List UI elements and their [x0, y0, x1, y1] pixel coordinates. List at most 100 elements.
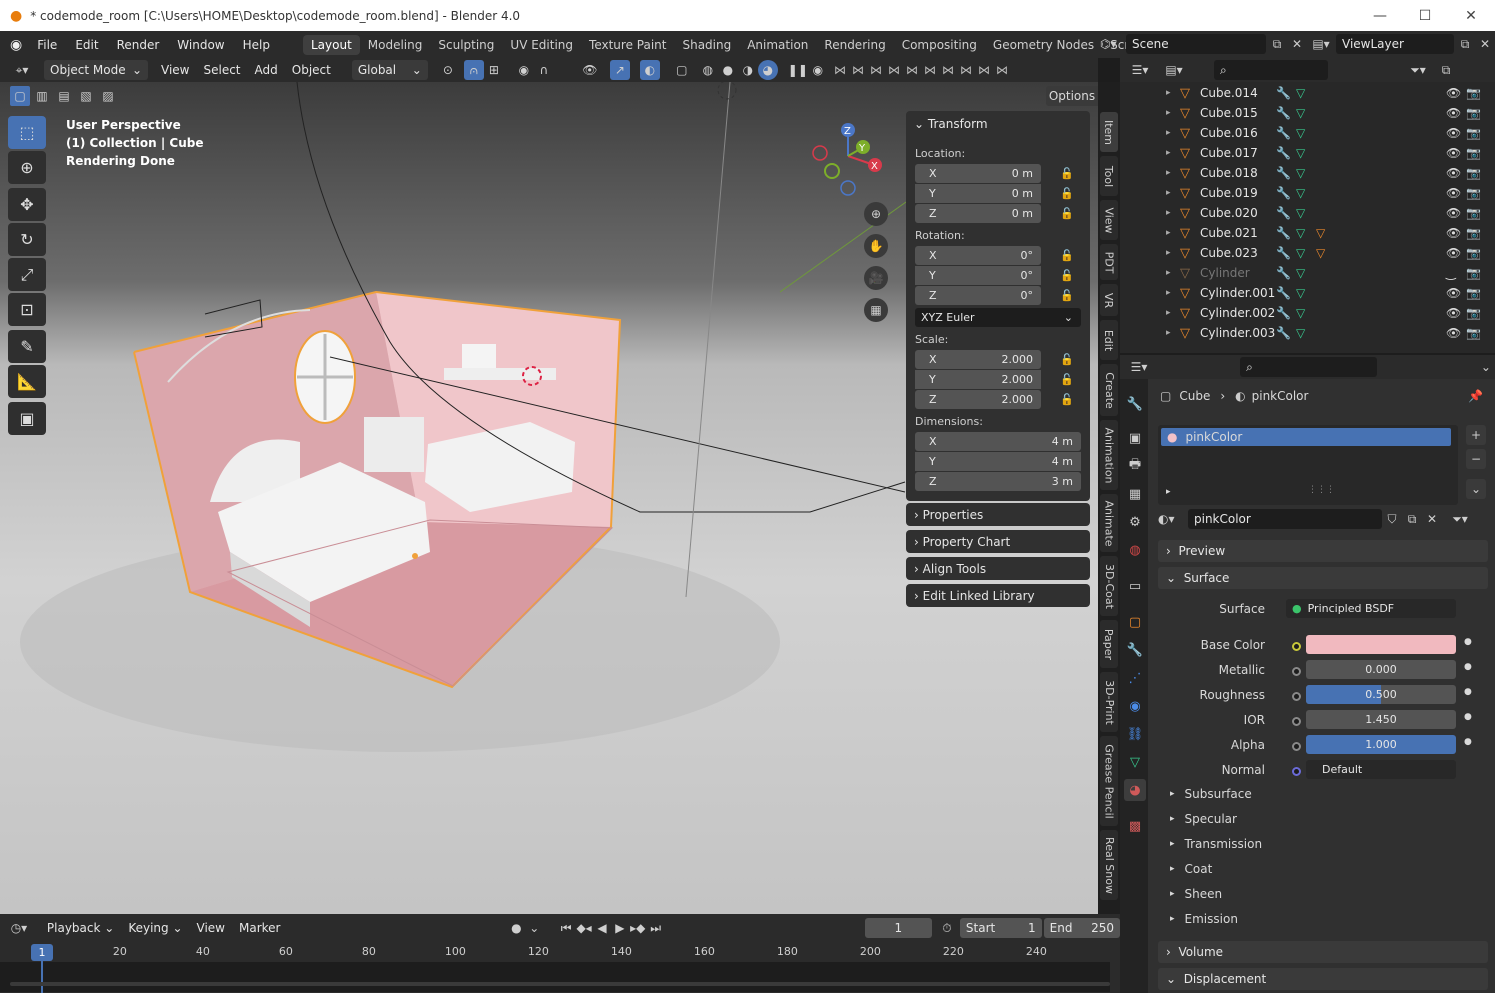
tab-sculpting[interactable]: Sculpting: [430, 35, 502, 55]
object-name[interactable]: Cube.018: [1200, 166, 1276, 180]
record-icon[interactable]: ●: [507, 918, 525, 938]
scale-z-field[interactable]: Z 2.000: [915, 390, 1041, 409]
properties-editor-icon[interactable]: ☰▾: [1130, 357, 1148, 377]
mesh-data-icon[interactable]: ▽: [1296, 126, 1316, 140]
keyframe-dot-icon[interactable]: ●: [1464, 637, 1472, 647]
viewlayer-icon[interactable]: ▤▾: [1306, 37, 1336, 51]
modifier-wrench-icon[interactable]: 🔧: [1276, 146, 1296, 160]
tab-real-snow[interactable]: Real Snow: [1100, 830, 1118, 900]
jump-end-icon[interactable]: ⏭: [647, 918, 665, 938]
expand-icon[interactable]: ▸: [1166, 108, 1180, 118]
select-invert-icon[interactable]: ▧: [76, 86, 96, 106]
object-name[interactable]: Cylinder: [1200, 266, 1276, 280]
play-reverse-icon[interactable]: ◀: [593, 918, 611, 938]
fake-user-icon[interactable]: ⛉: [1382, 509, 1402, 529]
keyframe-dot-icon[interactable]: ●: [1464, 737, 1472, 747]
lock-icon[interactable]: 🔓: [1060, 373, 1074, 387]
dimension-x-field[interactable]: X 4 m: [915, 432, 1081, 451]
tab-animation[interactable]: Animation: [1100, 420, 1118, 490]
transform-tool-icon[interactable]: ⊡: [8, 293, 46, 326]
tab-3d-coat[interactable]: 3D-Coat: [1100, 556, 1118, 616]
preview-section[interactable]: › Preview: [1158, 540, 1488, 562]
tab-create[interactable]: Create: [1100, 364, 1118, 416]
tab-layout[interactable]: Layout: [302, 34, 360, 55]
pin-icon[interactable]: 📌: [1468, 389, 1483, 403]
rendered-shading-icon[interactable]: ◕: [757, 60, 778, 80]
object-name[interactable]: Cube.015: [1200, 106, 1276, 120]
alpha-slider[interactable]: 1.000: [1306, 735, 1456, 754]
eye-icon[interactable]: 👁: [1446, 226, 1461, 240]
outliner-row[interactable]: ▸ ▽ Cube.023 🔧 ▽ ▽ 👁 📷: [1120, 243, 1495, 263]
surface-section[interactable]: ⌄ Surface: [1158, 567, 1488, 589]
align-tools-subpanel[interactable]: › Align Tools: [906, 557, 1090, 580]
zoom-icon[interactable]: ⊕: [864, 202, 888, 226]
eye-icon[interactable]: 👁: [1446, 206, 1461, 220]
material-slot-item[interactable]: ● pinkColor: [1161, 428, 1451, 446]
eye-closed-icon[interactable]: ‿: [1446, 266, 1456, 280]
expand-icon[interactable]: ▸: [1166, 188, 1180, 198]
options-dropdown[interactable]: Options⌄: [1046, 86, 1098, 106]
jump-start-icon[interactable]: ⏮: [557, 918, 575, 938]
scene-icon[interactable]: ⌬▾: [1100, 37, 1126, 51]
modifier-wrench-icon[interactable]: 🔧: [1276, 86, 1296, 100]
render-tab-icon[interactable]: ▣: [1124, 427, 1146, 449]
tab-grease-pencil[interactable]: Grease Pencil: [1100, 736, 1118, 826]
volume-section[interactable]: › Volume: [1158, 941, 1488, 963]
lock-icon[interactable]: 🔓: [1060, 393, 1074, 407]
eye-icon[interactable]: 👁: [1446, 146, 1461, 160]
display-mode-icon[interactable]: ▤▾: [1164, 60, 1184, 80]
marker-menu[interactable]: Marker: [232, 921, 287, 935]
playhead[interactable]: 1: [31, 944, 53, 961]
menu-help[interactable]: Help: [234, 38, 279, 52]
eye-icon[interactable]: 👁: [1446, 166, 1461, 180]
outliner-row[interactable]: ▸ ▽ Cylinder.003 🔧 ▽ 👁 📷: [1120, 323, 1495, 343]
expand-icon[interactable]: ▸: [1166, 88, 1180, 98]
rotate-tool-icon[interactable]: ↻: [8, 223, 46, 256]
lock-icon[interactable]: 🔓: [1060, 353, 1074, 367]
lock-icon[interactable]: 🔓: [1060, 249, 1074, 263]
modifier-wrench-icon[interactable]: 🔧: [1276, 206, 1296, 220]
timeline-scrollbar[interactable]: [10, 982, 1110, 986]
timeline-track[interactable]: [0, 962, 1110, 992]
camera-render-icon[interactable]: 📷: [1466, 226, 1481, 240]
chevron-down-icon[interactable]: ⌄: [525, 918, 543, 938]
transform-header[interactable]: ⌄ Transform: [914, 117, 988, 131]
dimension-y-field[interactable]: Y 4 m: [915, 452, 1081, 471]
outliner-row[interactable]: ▸ ▽ Cube.019 🔧 ▽ 👁 📷: [1120, 183, 1495, 203]
camera-render-icon[interactable]: 📷: [1466, 86, 1481, 100]
unlink-material-icon[interactable]: ✕: [1422, 509, 1442, 529]
mesh-data-icon[interactable]: ▽: [1296, 266, 1316, 280]
menu-render[interactable]: Render: [108, 38, 169, 52]
roughness-slider[interactable]: 0.500: [1306, 685, 1456, 704]
menu-add[interactable]: Add: [248, 63, 285, 77]
subsection-coat[interactable]: ▸ Coat: [1170, 862, 1212, 876]
pan-hand-icon[interactable]: ✋: [864, 234, 888, 258]
mesh-data-icon[interactable]: ▽: [1296, 306, 1316, 320]
expand-icon[interactable]: ▸: [1166, 128, 1180, 138]
scale-y-field[interactable]: Y 2.000: [915, 370, 1041, 389]
viewlayer-field[interactable]: ViewLayer: [1336, 34, 1454, 54]
tab-uv-editing[interactable]: UV Editing: [502, 35, 581, 55]
socket-icon[interactable]: [1292, 717, 1301, 726]
snap-icon[interactable]: ⩀: [463, 60, 484, 80]
duplicate-material-icon[interactable]: ⧉: [1402, 509, 1422, 529]
scale-tool-icon[interactable]: ⤢: [8, 258, 46, 291]
tab-view[interactable]: View: [1100, 200, 1118, 240]
mesh-data-icon[interactable]: ▽: [1296, 206, 1316, 220]
tab-rendering[interactable]: Rendering: [816, 35, 893, 55]
modifier-wrench-icon[interactable]: 🔧: [1276, 226, 1296, 240]
expand-icon[interactable]: ▸: [1166, 487, 1171, 497]
camera-render-icon[interactable]: 📷: [1466, 286, 1481, 300]
menu-edit[interactable]: Edit: [66, 38, 107, 52]
outliner-row[interactable]: ▸ ▽ Cube.021 🔧 ▽ ▽ 👁 📷: [1120, 223, 1495, 243]
camera-render-icon[interactable]: 📷: [1466, 166, 1481, 180]
keyframe-dot-icon[interactable]: ●: [1464, 687, 1472, 697]
outliner-row[interactable]: ▸ ▽ Cube.016 🔧 ▽ 👁 📷: [1120, 123, 1495, 143]
chevron-down-icon[interactable]: ⌄: [1477, 357, 1495, 377]
eye-icon[interactable]: 👁: [1446, 86, 1461, 100]
outliner-row[interactable]: ▸ ▽ Cube.020 🔧 ▽ 👁 📷: [1120, 203, 1495, 223]
keyframe-dot-icon[interactable]: ●: [1464, 712, 1472, 722]
gizmo-toggle-icon[interactable]: ↗: [609, 60, 630, 80]
location-z-field[interactable]: Z 0 m: [915, 204, 1041, 223]
lock-icon[interactable]: 🔓: [1060, 167, 1074, 181]
